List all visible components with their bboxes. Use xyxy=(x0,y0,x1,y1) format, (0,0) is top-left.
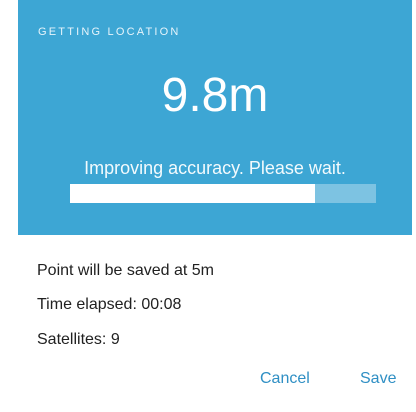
time-elapsed-text: Time elapsed: 00:08 xyxy=(37,296,182,313)
dialog-title: GETTING LOCATION xyxy=(38,26,181,38)
satellites-text: Satellites: 9 xyxy=(37,331,120,348)
cancel-button[interactable]: Cancel xyxy=(260,370,310,388)
accuracy-value: 9.8m xyxy=(161,69,269,122)
location-header: GETTING LOCATION 9.8m Improving accuracy… xyxy=(18,0,412,235)
accuracy-status: Improving accuracy. Please wait. xyxy=(84,158,346,178)
save-distance-text: Point will be saved at 5m xyxy=(37,262,214,279)
accuracy-progress-fill xyxy=(70,184,315,203)
save-button[interactable]: Save xyxy=(360,370,396,388)
accuracy-progress-bar xyxy=(70,184,376,203)
location-dialog: GETTING LOCATION 9.8m Improving accuracy… xyxy=(0,0,416,412)
